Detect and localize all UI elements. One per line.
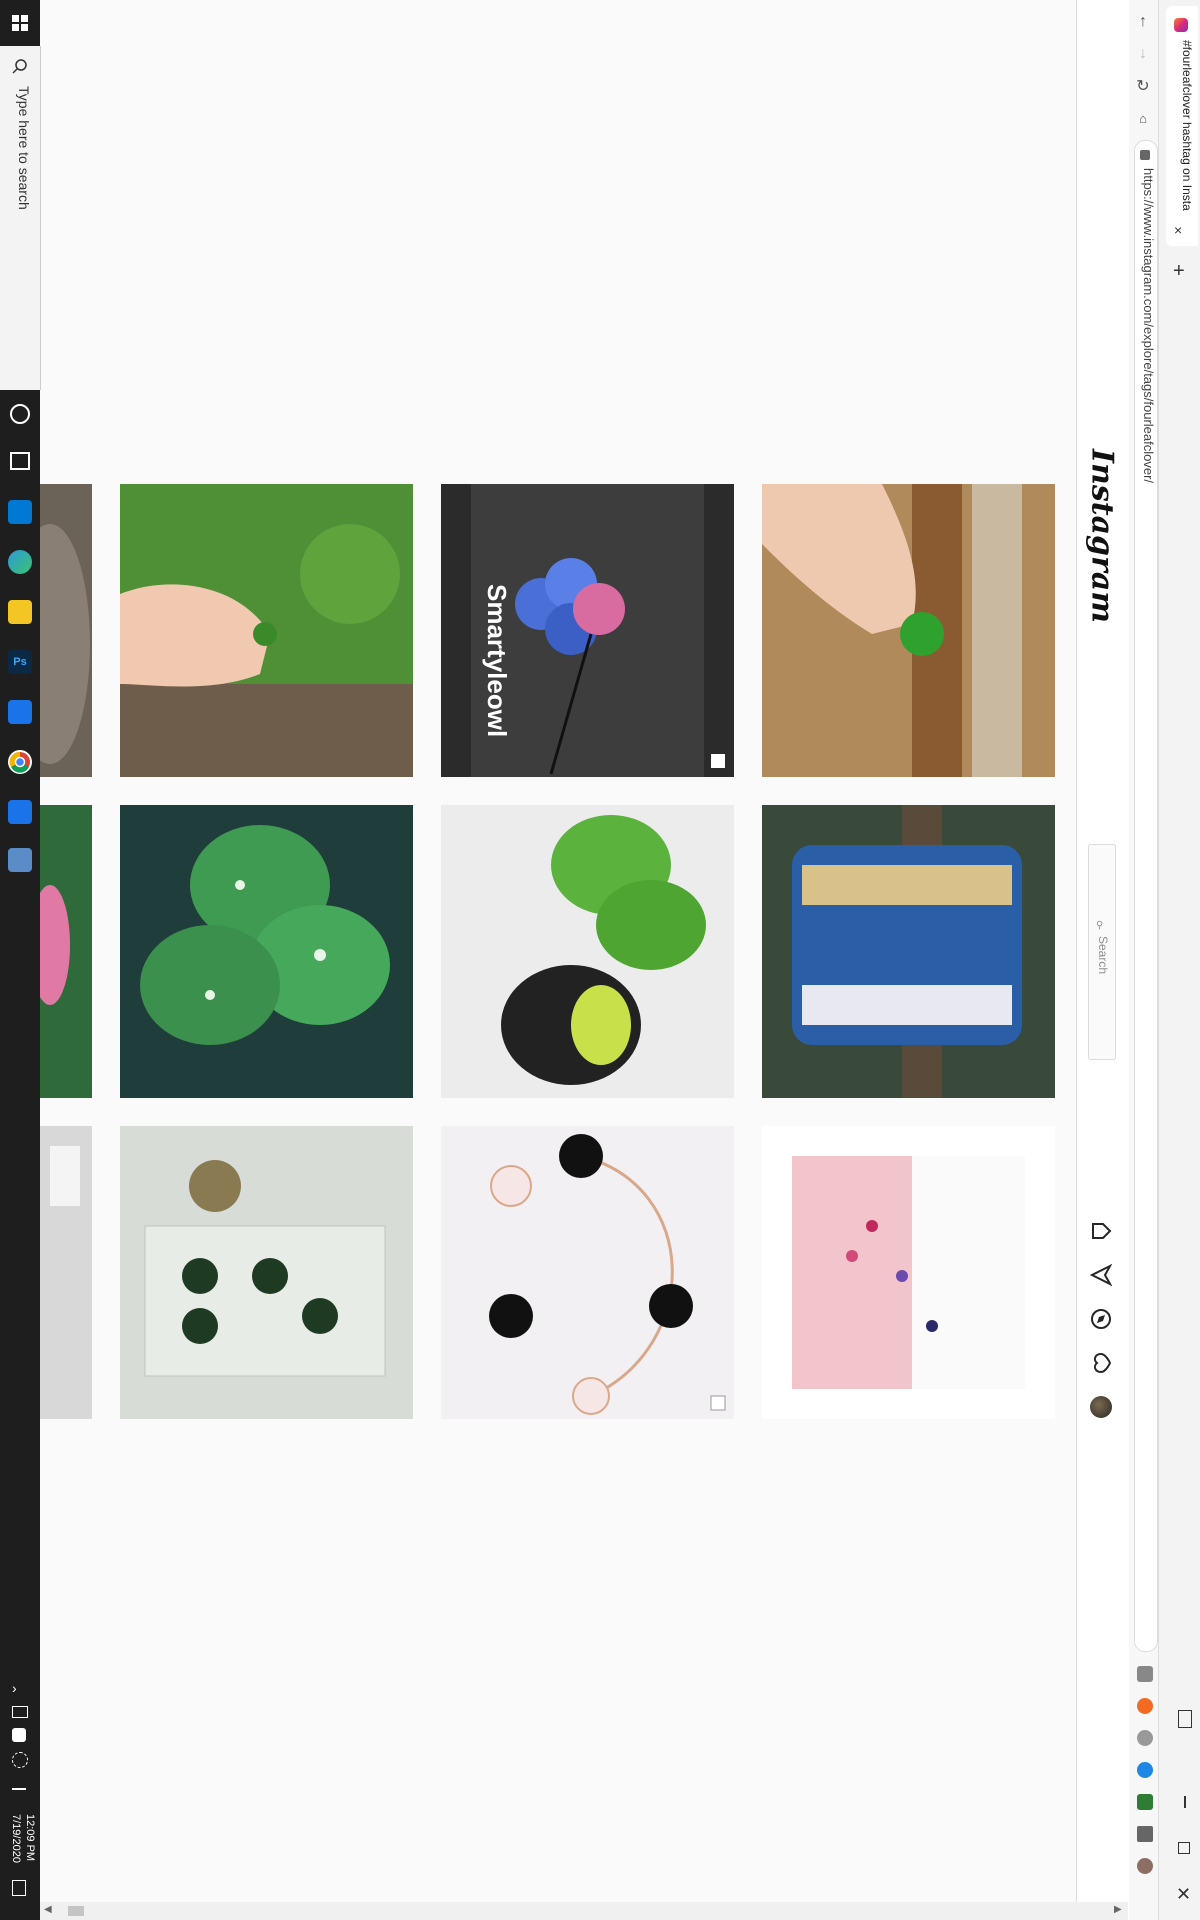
taskbar-clock[interactable]: 12:09 PM 7/19/2020 (4, 1806, 36, 1870)
scroll-left-icon[interactable]: ◀ (44, 1904, 52, 1915)
address-url: https://www.instagram.com/explore/tags/f… (1141, 168, 1156, 484)
direct-icon[interactable] (1088, 1262, 1114, 1288)
post-figurine-clover[interactable] (441, 805, 734, 1098)
instagram-favicon-icon (1174, 18, 1188, 32)
browser-tab-strip (1158, 0, 1200, 1920)
taskbar-search-placeholder: Type here to search (16, 86, 32, 210)
network-icon[interactable] (12, 1752, 28, 1768)
minimize-icon[interactable] (1184, 1796, 1186, 1808)
back-icon[interactable]: ↑ (1133, 12, 1153, 32)
clock-time: 12:09 PM (24, 1814, 36, 1862)
edge-icon[interactable] (8, 550, 32, 574)
new-tab-icon[interactable]: + (1173, 260, 1185, 283)
post-partial-light[interactable] (40, 1126, 92, 1419)
cortana-icon[interactable] (10, 404, 30, 424)
lock-icon[interactable] (1140, 150, 1150, 160)
action-center-icon[interactable] (12, 1880, 26, 1896)
activity-heart-icon[interactable] (1088, 1350, 1114, 1376)
scroll-right-icon[interactable]: ▶ (1114, 1904, 1122, 1915)
instagram-search-placeholder: Search (1096, 936, 1110, 975)
window-layout-icon[interactable] (1178, 1710, 1192, 1728)
photoshop-icon[interactable]: Ps (8, 650, 32, 674)
post-hand-clover-bricks[interactable] (762, 484, 1055, 777)
post-blue-clover-smartyleowl[interactable]: Smartyleowl (441, 484, 734, 777)
post-beaded-bracelets[interactable] (762, 805, 1055, 1098)
restore-icon[interactable] (1178, 1842, 1190, 1854)
profile-avatar[interactable] (1088, 1394, 1114, 1420)
battery-icon[interactable] (12, 1728, 26, 1742)
close-window-icon[interactable]: ✕ (1176, 1884, 1191, 1905)
windows-logo-icon (12, 15, 28, 31)
post-partial-flower[interactable] (40, 805, 92, 1098)
post-pressed-clovers-bag[interactable] (120, 1126, 413, 1419)
clock-date: 7/19/2020 (10, 1813, 22, 1863)
post-caption-smartyleowl: Smartyleowl (482, 584, 512, 738)
task-view-icon[interactable] (10, 452, 30, 470)
explore-icon[interactable] (1088, 1306, 1114, 1332)
horizontal-scrollbar-thumb[interactable] (68, 1906, 84, 1916)
reload-icon[interactable]: ↻ (1133, 76, 1153, 96)
browser-profile-icon[interactable] (1137, 1858, 1153, 1874)
extension-blue-icon[interactable] (1137, 1762, 1153, 1778)
photoshop-label: Ps (13, 656, 27, 668)
tab-title: #fourleafclover hashtag on Insta (1180, 40, 1194, 211)
settings-app-icon[interactable] (8, 800, 32, 824)
post-clover-water-drops[interactable] (120, 805, 413, 1098)
horizontal-scrollbar[interactable] (40, 1902, 1128, 1920)
pen-icon[interactable] (12, 1776, 26, 1790)
chrome-icon[interactable] (8, 750, 32, 774)
ms-store-icon[interactable] (8, 500, 32, 524)
volume-icon[interactable] (12, 1706, 28, 1718)
extension-orange-icon[interactable] (1137, 1698, 1153, 1714)
post-hand-clover-grass[interactable] (120, 484, 413, 777)
app-blue-icon[interactable] (8, 700, 32, 724)
extension-grey-icon[interactable] (1137, 1666, 1153, 1682)
sticky-notes-icon[interactable] (8, 600, 32, 624)
instagram-logo[interactable]: Instagram (1080, 449, 1124, 623)
home-icon[interactable] (1088, 1218, 1114, 1244)
extensions-puzzle-icon[interactable] (1137, 1826, 1153, 1842)
instagram-search-icon: ⚲ (1096, 920, 1104, 931)
forward-icon[interactable]: ↓ (1133, 44, 1153, 64)
extension-circle-icon[interactable] (1137, 1730, 1153, 1746)
control-panel-icon[interactable] (8, 848, 32, 872)
tray-chevron-icon[interactable]: › (12, 1680, 17, 1696)
extension-green-icon[interactable] (1137, 1794, 1153, 1810)
post-clover-shirt[interactable] (762, 1126, 1055, 1419)
post-clover-bracelet[interactable] (441, 1126, 734, 1419)
start-button[interactable] (0, 0, 40, 46)
home-browser-icon[interactable]: ⌂ (1133, 108, 1153, 128)
search-icon (12, 58, 28, 79)
tab-close-icon[interactable]: × (1174, 222, 1182, 238)
post-partial-cat[interactable] (40, 484, 92, 777)
